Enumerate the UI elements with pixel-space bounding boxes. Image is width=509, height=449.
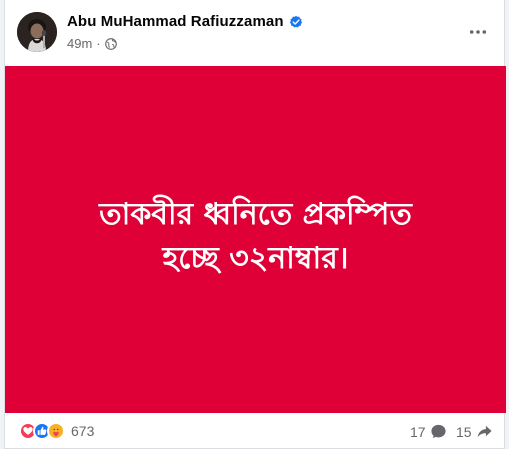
post-card: Abu MuHammad Rafiuzzaman 49m · তাকবীর ধ্… (4, 0, 506, 449)
post-meta: 49m · (67, 36, 117, 51)
post-header: Abu MuHammad Rafiuzzaman 49m · (5, 0, 504, 66)
avatar-image (17, 12, 57, 52)
share-icon (477, 425, 492, 438)
post-footer: 673 17 15 (5, 413, 504, 449)
post-image[interactable]: তাকবীর ধ্বনিতে প্রকম্পিত হচ্ছে ৩২নাম্বার… (5, 66, 506, 413)
verified-badge-icon (289, 15, 303, 29)
reaction-count: 673 (71, 423, 95, 439)
comments-count-button[interactable]: 17 (410, 423, 447, 440)
care-icon (47, 422, 65, 440)
comment-count: 17 (410, 423, 426, 440)
more-horizontal-icon (469, 30, 487, 34)
more-options-button[interactable] (466, 20, 490, 44)
post-image-line-1: তাকবীর ধ্বনিতে প্রকম্পিত (99, 196, 412, 232)
reactions-summary[interactable]: 673 (19, 422, 94, 440)
comment-icon (430, 424, 446, 439)
post-image-text: তাকবীর ধ্বনিতে প্রকম্পিত হচ্ছে ৩২নাম্বার… (99, 193, 412, 281)
share-count: 15 (456, 423, 472, 440)
globe-icon[interactable] (104, 37, 117, 50)
post-timestamp[interactable]: 49m (67, 36, 92, 51)
author-avatar[interactable] (17, 12, 57, 52)
author-row: Abu MuHammad Rafiuzzaman (67, 13, 303, 30)
shares-count-button[interactable]: 15 (456, 423, 493, 440)
author-name[interactable]: Abu MuHammad Rafiuzzaman (67, 13, 284, 30)
meta-separator: · (96, 36, 101, 51)
post-image-line-2: হচ্ছে ৩২নাম্বার। (162, 240, 349, 276)
